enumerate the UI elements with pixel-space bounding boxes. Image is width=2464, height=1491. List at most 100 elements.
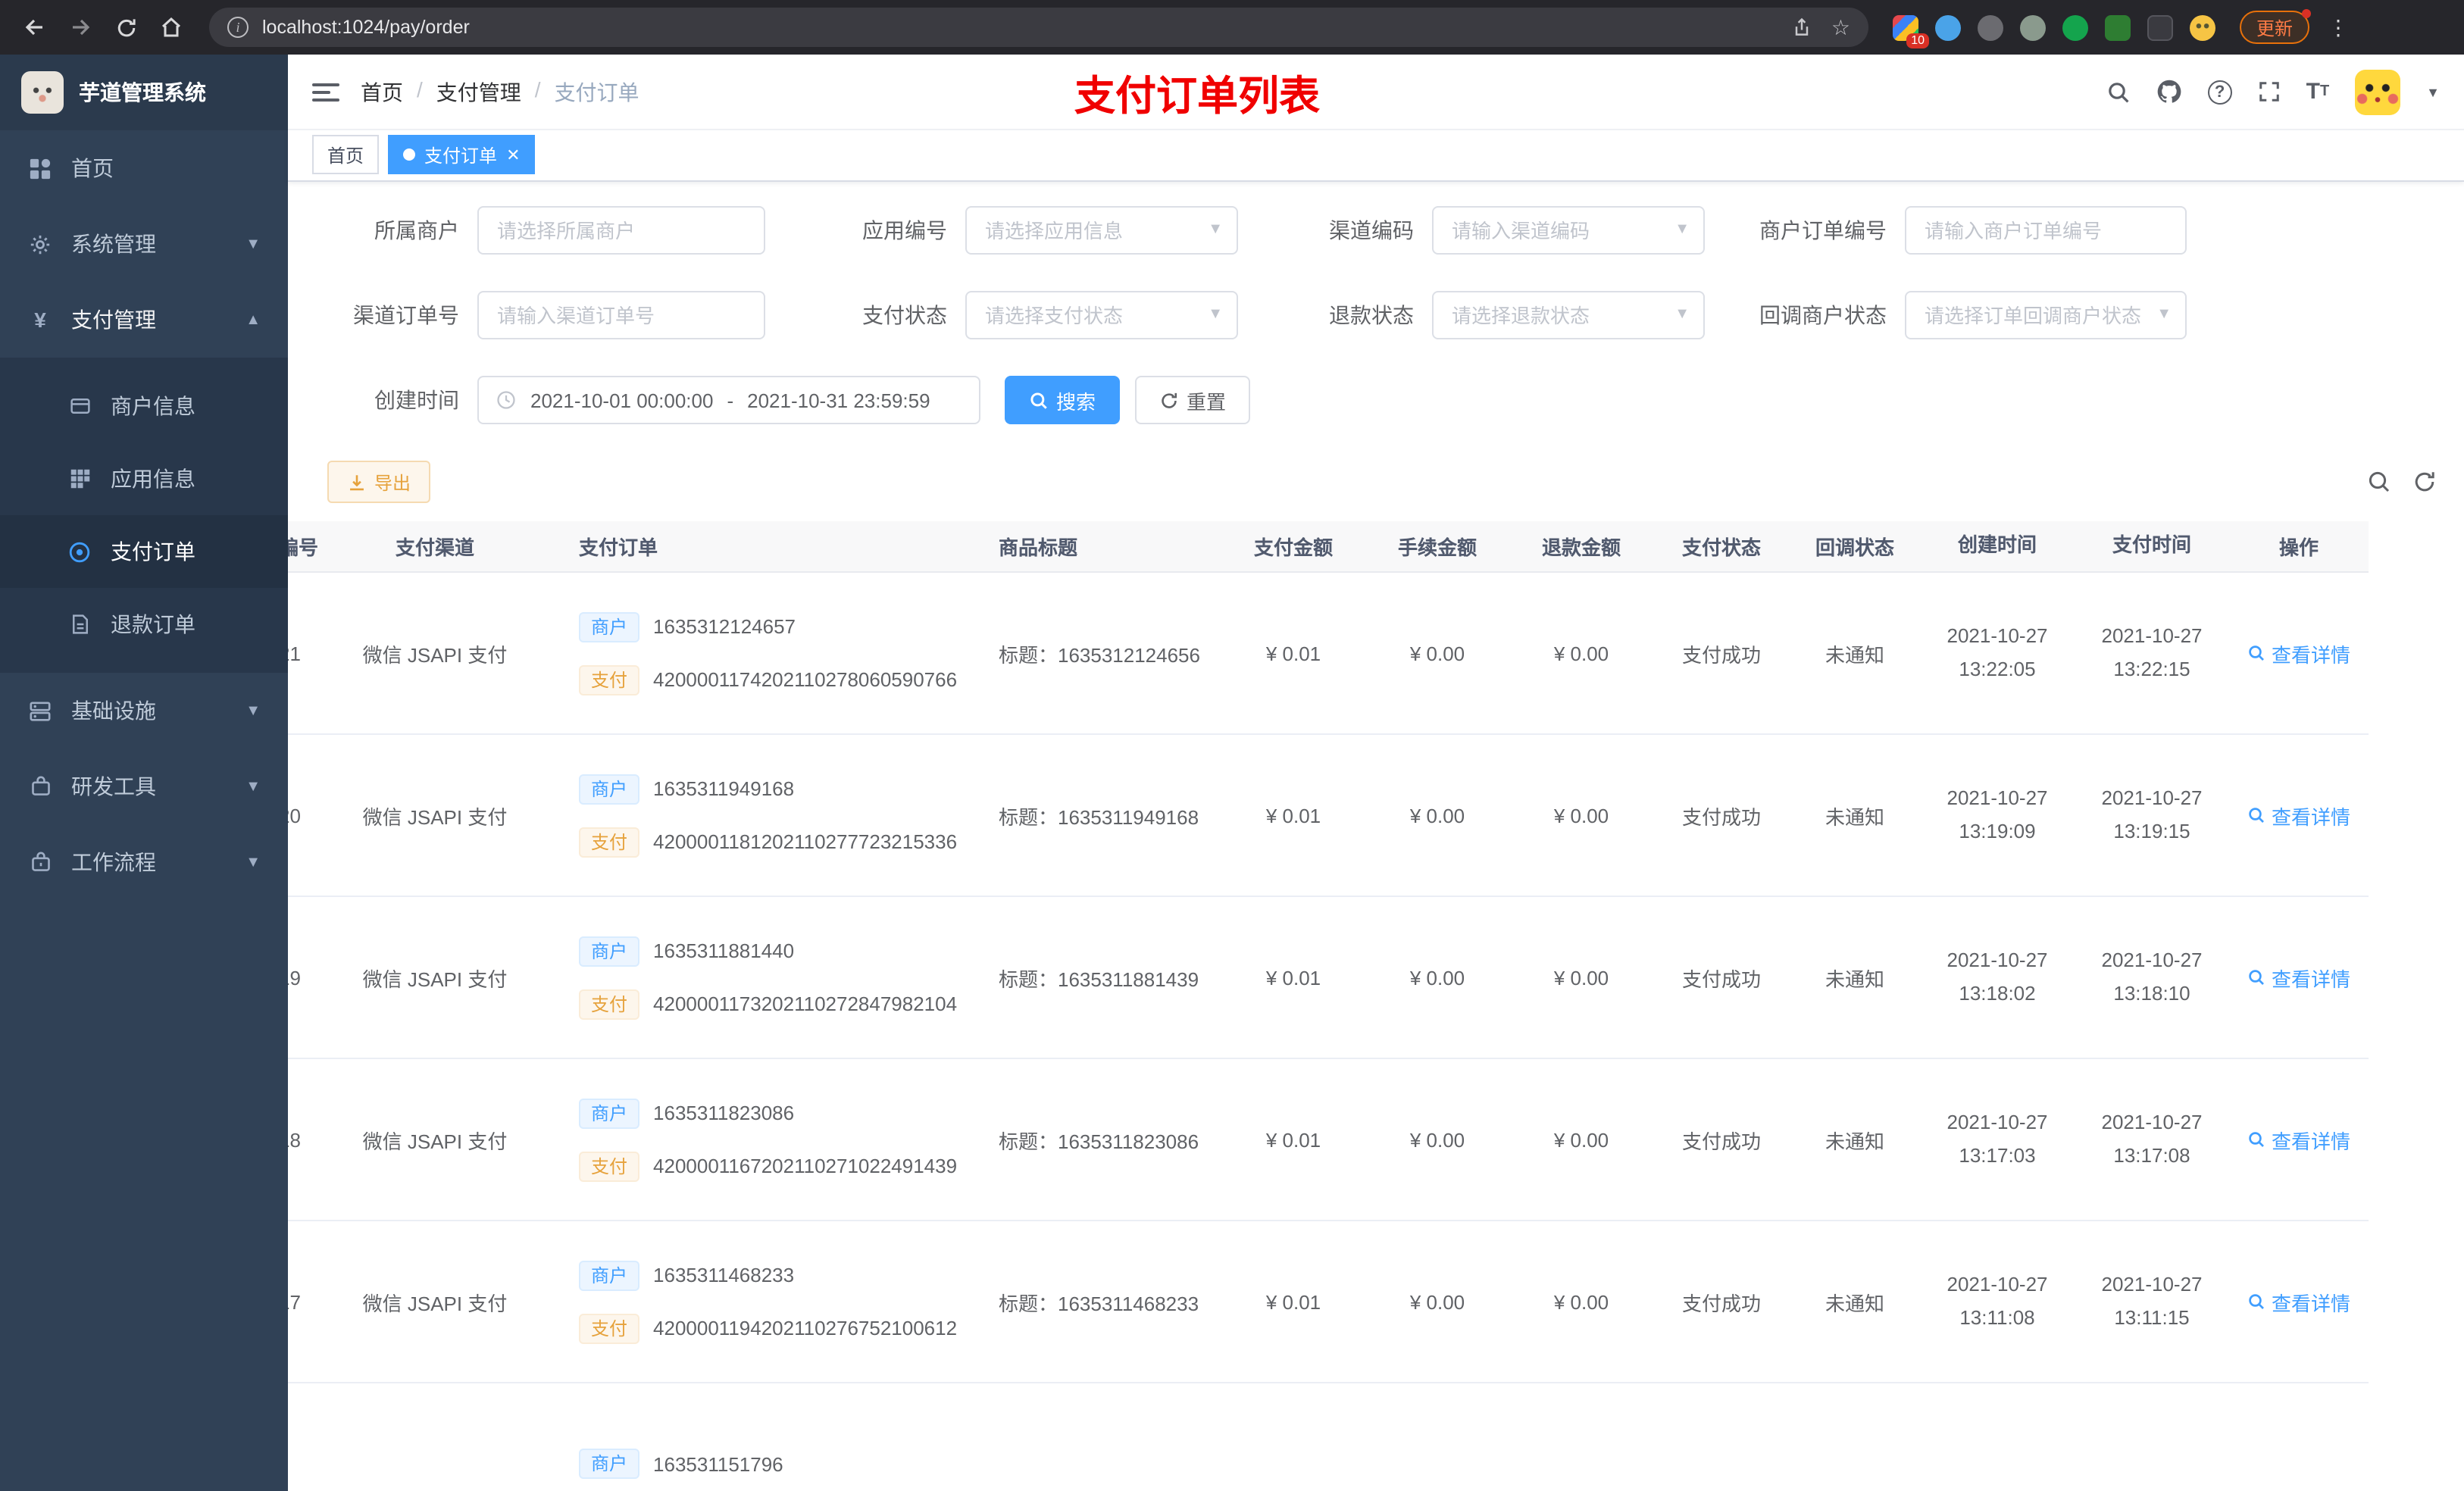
date-range-picker[interactable]: 2021-10-01 00:00:00 - 2021-10-31 23:59:5… <box>477 376 980 424</box>
avatar-caret-icon[interactable]: ▼ <box>2426 84 2440 99</box>
bookmark-star-icon[interactable]: ☆ <box>1831 14 1850 40</box>
browser-home-icon[interactable] <box>152 8 191 47</box>
date-end[interactable]: 2021-10-31 23:59:59 <box>747 389 930 411</box>
extension-drop-icon[interactable] <box>1935 14 1961 40</box>
col-create-time: 创建时间 <box>1957 533 2037 557</box>
browser-menu-icon[interactable]: ⋮ <box>2328 14 2349 40</box>
pay-amount: ¥ 0.01 <box>1265 1128 1321 1151</box>
export-button[interactable]: 导出 <box>327 461 431 503</box>
app-title: 芋道管理系统 <box>79 80 206 105</box>
tab-home[interactable]: 首页 <box>312 135 380 174</box>
filter-label: 渠道编码 <box>1329 218 1414 242</box>
sidebar-item-home[interactable]: 首页 <box>0 130 288 206</box>
merchant-order-no-input[interactable] <box>1905 206 2187 255</box>
extension-dark-icon[interactable] <box>2147 14 2173 40</box>
table-row: 商户 163531151796 <box>288 1383 2369 1491</box>
tab-pay-order[interactable]: 支付订单 ✕ <box>388 135 536 174</box>
extension-gray-icon[interactable] <box>1978 14 2003 40</box>
filter-label: 回调商户状态 <box>1759 303 1887 327</box>
extension-green-circle-icon[interactable] <box>2062 14 2088 40</box>
fee-amount: ¥ 0.00 <box>1409 1128 1465 1151</box>
pay-amount: ¥ 0.01 <box>1265 966 1321 989</box>
channel-order-no-input[interactable] <box>477 291 765 339</box>
view-detail-link[interactable]: 查看详情 <box>2247 639 2350 667</box>
sidebar-item-workflow[interactable]: 工作流程 ▼ <box>0 824 288 900</box>
fullscreen-icon[interactable] <box>2258 80 2281 103</box>
notify-status: 未通知 <box>1825 1130 1884 1152</box>
refresh-icon[interactable] <box>2412 470 2437 494</box>
sidebar: 芋道管理系统 首页 系统管理 ▼ ¥ 支付管理 ▲ 商户信息 应用信息 支付订单… <box>0 55 288 1491</box>
view-detail-link[interactable]: 查看详情 <box>2247 963 2350 992</box>
view-detail-link[interactable]: 查看详情 <box>2247 1287 2350 1316</box>
sidebar-item-pay-order[interactable]: 支付订单 <box>0 515 288 588</box>
app-select[interactable] <box>965 206 1238 255</box>
reset-button[interactable]: 重置 <box>1135 376 1251 424</box>
yen-icon: ¥ <box>34 308 46 332</box>
col-title: 商品标题 <box>999 536 1078 559</box>
help-icon[interactable]: ? <box>2207 80 2232 104</box>
search-icon[interactable] <box>2106 80 2131 104</box>
sidebar-item-infra[interactable]: 基础设施 ▼ <box>0 673 288 749</box>
sidebar-item-label: 应用信息 <box>111 467 195 491</box>
date-start[interactable]: 2021-10-01 00:00:00 <box>530 389 713 411</box>
sidebar-item-label: 系统管理 <box>71 232 156 256</box>
font-size-icon[interactable]: TT <box>2306 79 2330 105</box>
sidebar-item-system[interactable]: 系统管理 ▼ <box>0 206 288 282</box>
channel-pay-no: 4200001194202110276752100612 <box>653 1317 958 1339</box>
sidebar-item-label: 研发工具 <box>71 774 156 799</box>
pay-tag: 支付 <box>579 1151 640 1181</box>
browser-update-button[interactable]: 更新 <box>2240 9 2312 44</box>
pay-status: 支付成功 <box>1681 967 1761 990</box>
refund-status-select[interactable] <box>1432 291 1705 339</box>
sidebar-item-devtools[interactable]: 研发工具 ▼ <box>0 749 288 824</box>
breadcrumb-home[interactable]: 首页 <box>361 77 403 107</box>
sidebar-item-merchant-info[interactable]: 商户信息 <box>0 370 288 442</box>
fee-amount: ¥ 0.00 <box>1409 966 1465 989</box>
notify-status-select[interactable] <box>1905 291 2187 339</box>
hamburger-icon[interactable] <box>312 80 339 104</box>
share-icon[interactable] <box>1792 17 1813 38</box>
pay-channel: 微信 JSAPI 支付 <box>362 1292 508 1314</box>
clock-icon <box>496 389 517 411</box>
address-bar[interactable]: i localhost:1024/pay/order ☆ <box>209 8 1868 47</box>
merchant-select[interactable] <box>477 206 765 255</box>
sidebar-item-refund-order[interactable]: 退款订单 <box>0 588 288 661</box>
create-time: 2021-10-27 13:17:03 <box>1946 1110 2048 1167</box>
browser-reload-icon[interactable] <box>106 8 145 47</box>
github-icon[interactable] <box>2156 79 2182 105</box>
pay-time: 2021-10-27 13:18:10 <box>2101 948 2203 1005</box>
browser-forward-icon[interactable] <box>61 8 100 47</box>
pay-order-cell: 商户 1635311468233 支付 4200001194202110276752… <box>518 1251 957 1352</box>
view-detail-link[interactable]: 查看详情 <box>2247 1125 2350 1154</box>
toggle-search-icon[interactable] <box>2367 470 2391 494</box>
channel-pay-no: 4200001181202110277723215336 <box>653 830 958 853</box>
view-detail-label: 查看详情 <box>2271 967 2350 990</box>
channel-pay-no: 4200001174202110278060590766 <box>653 668 958 691</box>
extension-green-square-icon[interactable] <box>2105 14 2131 40</box>
avatar[interactable] <box>2355 69 2401 114</box>
search-button[interactable]: 搜索 <box>1005 376 1121 424</box>
extension-circle-icon[interactable] <box>2020 14 2046 40</box>
pay-status: 支付成功 <box>1681 1130 1761 1152</box>
browser-back-icon[interactable] <box>15 8 55 47</box>
pay-tag: 支付 <box>579 1313 640 1343</box>
extension-puzzle-icon[interactable]: 10 <box>1893 14 1929 48</box>
refund-amount: ¥ 0.00 <box>1553 1290 1609 1313</box>
pay-channel: 微信 JSAPI 支付 <box>362 643 508 666</box>
chevron-down-icon: ▼ <box>245 854 261 871</box>
breadcrumb-payment[interactable]: 支付管理 <box>436 77 521 107</box>
app-logo[interactable]: 芋道管理系统 <box>0 55 288 130</box>
channel-pay-no: 4200001173202110272847982104 <box>653 992 958 1015</box>
chevron-down-icon: ▼ <box>245 778 261 795</box>
merchant-tag: 商户 <box>579 936 640 966</box>
sidebar-item-app-info[interactable]: 应用信息 <box>0 442 288 515</box>
profile-emoji-icon[interactable] <box>2190 14 2215 40</box>
pay-status-select[interactable] <box>965 291 1238 339</box>
sidebar-item-payment[interactable]: ¥ 支付管理 ▲ <box>0 282 288 358</box>
close-icon[interactable]: ✕ <box>506 145 520 164</box>
product-title: 标题：1635311949168 <box>999 805 1199 828</box>
create-time <box>1920 1455 2075 1473</box>
view-detail-link[interactable]: 查看详情 <box>2247 801 2350 830</box>
channel-code-select[interactable] <box>1432 206 1705 255</box>
site-info-icon[interactable]: i <box>227 17 249 38</box>
